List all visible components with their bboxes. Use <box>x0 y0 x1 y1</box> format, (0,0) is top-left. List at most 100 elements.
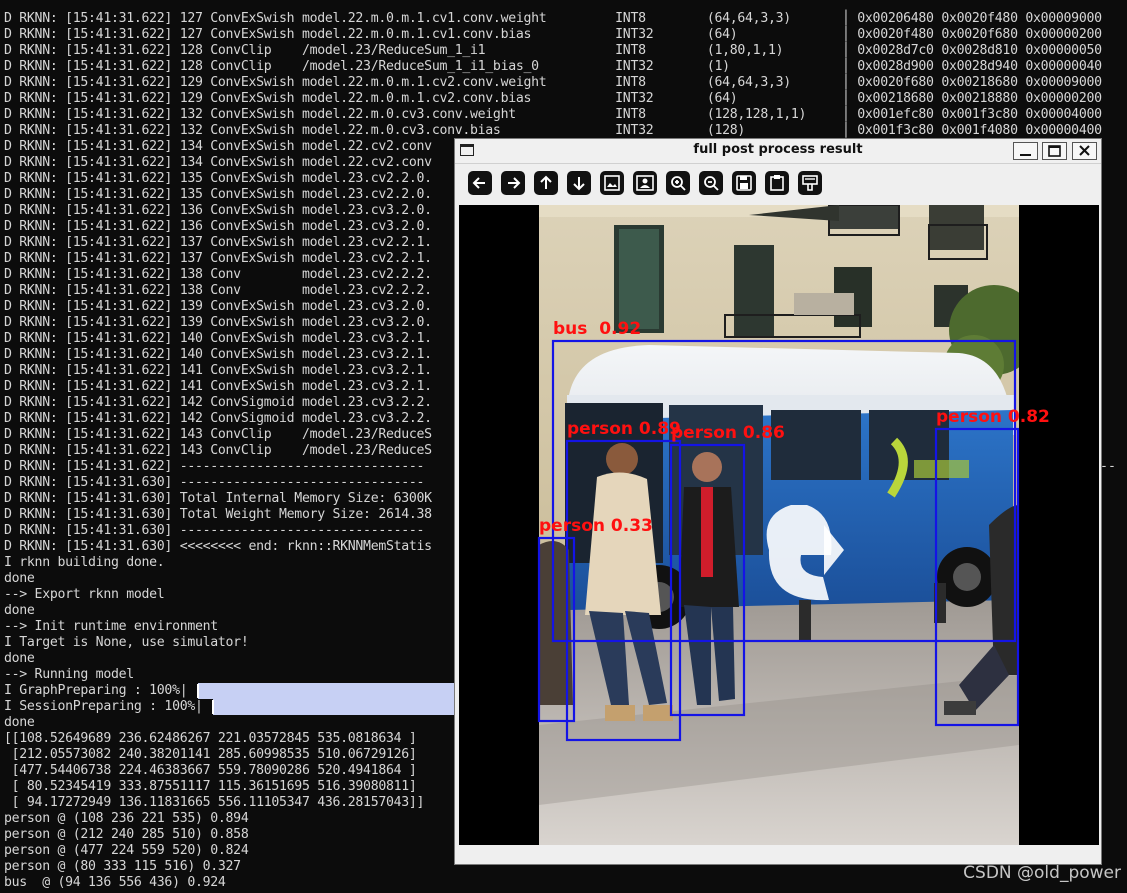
window-title: full post process result <box>693 142 863 157</box>
terminal-line: --> Running model <box>4 667 134 682</box>
save-image-button[interactable] <box>732 171 756 195</box>
terminal-line: D RKNN: [15:41:31.622] 135 ConvExSwish m… <box>4 187 432 202</box>
terminal-line-right: │ 0x00206480 0x0020f480 0x00009000 <box>842 11 1102 26</box>
terminal-line: --> Init runtime environment <box>4 619 218 634</box>
terminal-line: done <box>4 651 35 666</box>
zoom-out-icon <box>704 176 719 191</box>
terminal-line: D RKNN: [15:41:31.622] 139 ConvExSwish m… <box>4 299 432 314</box>
terminal-line: [477.54406738 224.46383667 559.78090286 … <box>4 763 417 778</box>
save-icon <box>736 175 752 191</box>
image-window[interactable]: full post process result bus 0.92 person… <box>454 138 1102 865</box>
terminal-line: D RKNN: [15:41:31.622] 136 ConvExSwish m… <box>4 203 432 218</box>
close-button[interactable] <box>1072 142 1097 160</box>
status-bar <box>455 847 1101 864</box>
zoom-out-button[interactable] <box>699 171 723 195</box>
terminal-line-right: │ 0x0028d7c0 0x0028d810 0x00000050 <box>842 43 1102 58</box>
arrow-up-icon <box>540 175 552 189</box>
terminal-line: [ 94.17272949 136.11831665 556.11105347 … <box>4 795 425 810</box>
terminal-line: person @ (108 236 221 535) 0.894 <box>4 811 249 826</box>
terminal-line: D RKNN: [15:41:31.622] 140 ConvExSwish m… <box>4 331 432 346</box>
terminal-line: D RKNN: [15:41:31.622] 137 ConvExSwish m… <box>4 235 432 250</box>
watermark: CSDN @old_power <box>963 863 1121 883</box>
title-bar[interactable]: full post process result <box>455 139 1101 164</box>
detection-box <box>934 427 1020 727</box>
terminal-line: D RKNN: [15:41:31.622] 136 ConvExSwish m… <box>4 219 432 234</box>
minimize-button[interactable] <box>1013 142 1038 160</box>
copy-clipboard-button[interactable] <box>765 171 789 195</box>
terminal-line: D RKNN: [15:41:31.622] 135 ConvExSwish m… <box>4 171 432 186</box>
terminal-line-right: │ 0x0020f680 0x00218680 0x00009000 <box>842 75 1102 90</box>
terminal-line: person @ (477 224 559 520) 0.824 <box>4 843 249 858</box>
terminal-line: D RKNN: [15:41:31.622] 140 ConvExSwish m… <box>4 347 432 362</box>
terminal-line: D RKNN: [15:41:31.630] Total Internal Me… <box>4 491 432 506</box>
terminal-line: person @ (80 333 115 516) 0.327 <box>4 859 241 874</box>
arrow-down-icon <box>573 177 585 191</box>
zoom-in-button[interactable] <box>666 171 690 195</box>
toolbar <box>455 165 1101 201</box>
terminal-line: D RKNN: [15:41:31.630] -----------------… <box>4 523 425 538</box>
terminal-line-right: │ 0x00218680 0x00218880 0x00000200 <box>842 91 1102 106</box>
terminal-line: [212.05573082 240.38201141 285.60998535 … <box>4 747 417 762</box>
detection-box <box>669 443 746 717</box>
terminal-line: done <box>4 571 35 586</box>
clipboard-icon <box>770 175 784 191</box>
pan-right-button[interactable] <box>501 171 525 195</box>
selection-highlight <box>213 699 454 715</box>
terminal-dash-right: -- <box>1100 459 1116 474</box>
pan-up-button[interactable] <box>534 171 558 195</box>
terminal-line: D RKNN: [15:41:31.622] 142 ConvSigmoid m… <box>4 395 432 410</box>
terminal-line: person @ (212 240 285 510) 0.858 <box>4 827 249 842</box>
terminal-line: D RKNN: [15:41:31.622] 127 ConvExSwish m… <box>4 27 738 42</box>
terminal-line: D RKNN: [15:41:31.622] 132 ConvExSwish m… <box>4 123 746 138</box>
terminal-line: D RKNN: [15:41:31.622] 142 ConvSigmoid m… <box>4 411 432 426</box>
terminal-line: I SessionPreparing : 100%| <box>4 699 203 714</box>
terminal-line: D RKNN: [15:41:31.622] 129 ConvExSwish m… <box>4 91 738 106</box>
terminal-line: [[108.52649689 236.62486267 221.03572845… <box>4 731 417 746</box>
terminal-line: D RKNN: [15:41:31.622] 143 ConvClip /mod… <box>4 443 432 458</box>
terminal-line: D RKNN: [15:41:31.622] 138 Conv model.23… <box>4 267 432 282</box>
terminal-line: D RKNN: [15:41:31.630] -----------------… <box>4 475 425 490</box>
detection-label: person 0.86 <box>671 423 785 443</box>
terminal-line-right: │ 0x0028d900 0x0028d940 0x00000040 <box>842 59 1102 74</box>
zoom-fit-button[interactable] <box>600 171 624 195</box>
progress-bar-edge <box>197 684 199 698</box>
terminal-line: D RKNN: [15:41:31.630] <<<<<<<< end: rkn… <box>4 539 432 554</box>
terminal-line: D RKNN: [15:41:31.622] 134 ConvExSwish m… <box>4 139 432 154</box>
minimize-icon <box>1020 154 1031 156</box>
arrow-left-icon <box>472 177 485 189</box>
terminal-line: D RKNN: [15:41:31.622] 128 ConvClip /mod… <box>4 59 730 74</box>
terminal-line: [ 80.52345419 333.87551117 115.36151695 … <box>4 779 417 794</box>
detection-label: person 0.82 <box>936 407 1050 427</box>
terminal-line: D RKNN: [15:41:31.622] -----------------… <box>4 459 425 474</box>
zoom-original-button[interactable] <box>633 171 657 195</box>
maximize-icon <box>1048 145 1061 157</box>
properties-icon <box>802 175 818 191</box>
terminal-line: D RKNN: [15:41:31.630] Total Weight Memo… <box>4 507 432 522</box>
properties-button[interactable] <box>798 171 822 195</box>
terminal-line: done <box>4 715 35 730</box>
terminal-line: I rknn building done. <box>4 555 165 570</box>
terminal-line: D RKNN: [15:41:31.622] 134 ConvExSwish m… <box>4 155 432 170</box>
terminal-line-right: │ 0x001efc80 0x001f3c80 0x00004000 <box>842 107 1102 122</box>
detection-box <box>537 536 576 723</box>
detection-label: person 0.89 <box>567 419 681 439</box>
terminal-line: I GraphPreparing : 100%| <box>4 683 188 698</box>
maximize-button[interactable] <box>1042 142 1067 160</box>
terminal-line: D RKNN: [15:41:31.622] 143 ConvClip /mod… <box>4 427 432 442</box>
terminal-line: bus @ (94 136 556 436) 0.924 <box>4 875 226 890</box>
pan-down-button[interactable] <box>567 171 591 195</box>
terminal-line: D RKNN: [15:41:31.622] 138 Conv model.23… <box>4 283 432 298</box>
progress-bar-edge <box>212 700 214 714</box>
pan-left-button[interactable] <box>468 171 492 195</box>
terminal-line: D RKNN: [15:41:31.622] 127 ConvExSwish m… <box>4 11 791 26</box>
terminal-line: D RKNN: [15:41:31.622] 129 ConvExSwish m… <box>4 75 791 90</box>
close-icon <box>1079 145 1090 156</box>
detection-box <box>551 339 1017 643</box>
arrow-right-icon <box>508 177 521 189</box>
terminal-line-right: │ 0x0020f480 0x0020f680 0x00000200 <box>842 27 1102 42</box>
terminal-line: D RKNN: [15:41:31.622] 141 ConvExSwish m… <box>4 379 432 394</box>
selection-highlight <box>198 683 454 699</box>
image-icon <box>604 175 620 191</box>
terminal-line: D RKNN: [15:41:31.622] 128 ConvClip /mod… <box>4 43 784 58</box>
image-canvas[interactable]: bus 0.92 person 0.89 person 0.86 person 0.8… <box>459 205 1099 845</box>
